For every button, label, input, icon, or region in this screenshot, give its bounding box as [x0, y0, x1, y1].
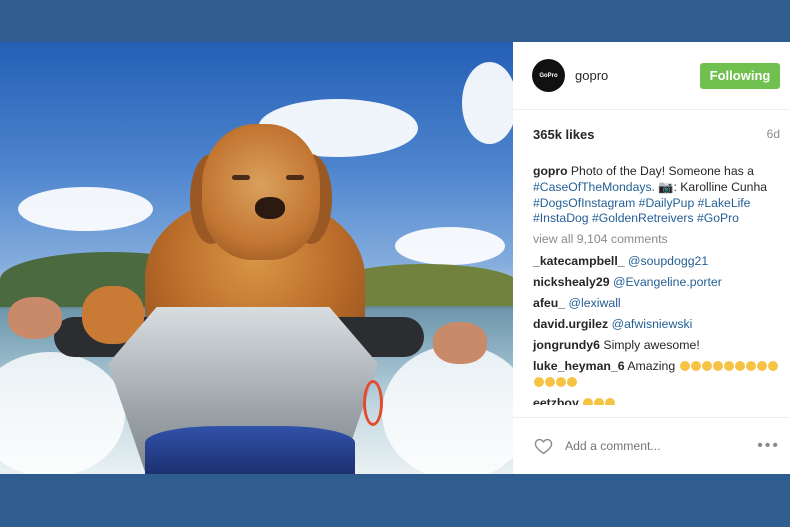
emoji-icon	[767, 361, 778, 372]
add-comment-input[interactable]	[563, 438, 758, 454]
emoji-icon	[723, 361, 734, 372]
comment-username[interactable]: david.urgilez	[533, 317, 608, 331]
avatar-label: GoPro	[539, 72, 558, 79]
add-comment-bar: •••	[513, 417, 790, 474]
more-icon[interactable]: •••	[757, 437, 780, 455]
red-safety-strap	[363, 380, 383, 426]
comment-text[interactable]: @afwisniewski	[612, 317, 693, 331]
emoji-icon	[690, 361, 701, 372]
emoji-icon	[734, 361, 745, 372]
water-spray	[0, 352, 125, 474]
jet-ski-base	[145, 426, 355, 474]
emoji-icon	[556, 377, 566, 388]
emoji-icon	[605, 398, 616, 405]
emoji-icon	[712, 361, 723, 372]
post-photo[interactable]	[0, 42, 513, 474]
water-spray	[382, 345, 513, 474]
emoji-icon	[745, 361, 756, 372]
instagram-post: GoPro gopro Following 365k likes 6d gopr…	[0, 42, 790, 474]
top-background-band	[0, 0, 790, 42]
post-header: GoPro gopro Following	[513, 42, 790, 110]
emoji-icon	[545, 377, 555, 388]
caption-credit: : Karolline Cunha	[673, 179, 768, 194]
comment: eetzboy	[533, 395, 780, 405]
camera-icon: 📷	[658, 179, 674, 194]
emoji-icon	[756, 361, 767, 372]
comment: jongrundy6 Simply awesome!	[533, 337, 780, 353]
likes-count[interactable]: 365k likes	[533, 127, 594, 142]
post-age[interactable]: 6d	[767, 127, 780, 141]
cloud-shape	[18, 187, 153, 231]
caption-text: Photo of the Day! Someone has a	[570, 164, 754, 178]
dog-eye	[286, 175, 304, 180]
dog-nose	[255, 197, 285, 219]
username[interactable]: gopro	[575, 68, 700, 83]
view-all-comments-link[interactable]: view all 9,104 comments	[533, 231, 780, 248]
comment: _katecampbell_ @soupdogg21	[533, 253, 780, 269]
dog-eye	[232, 175, 250, 180]
post-caption: gopro Photo of the Day! Someone has a #C…	[533, 164, 780, 227]
comment-text: Amazing	[627, 359, 676, 374]
comment-username[interactable]: luke_heyman_6	[533, 359, 625, 373]
comment-text: Simply awesome!	[603, 338, 700, 353]
comment-text[interactable]: @lexiwall	[569, 296, 621, 310]
comment-username[interactable]: afeu_	[533, 296, 565, 310]
following-button[interactable]: Following	[700, 62, 780, 89]
emoji-icon	[567, 377, 577, 388]
comment-username[interactable]: nickshealy29	[533, 275, 610, 289]
right-hand	[433, 322, 487, 364]
cloud-shape	[395, 227, 505, 265]
left-hand	[8, 297, 62, 339]
bottom-background-band	[0, 474, 790, 527]
comment-text[interactable]: @soupdogg21	[628, 254, 708, 268]
emoji-icon	[701, 361, 712, 372]
post-sidebar: GoPro gopro Following 365k likes 6d gopr…	[513, 42, 790, 474]
emoji-icon	[534, 377, 544, 388]
caption-hashtag[interactable]: #CaseOfTheMondays.	[533, 180, 655, 194]
emoji-icon	[583, 398, 594, 405]
caption-hashtags-line-2[interactable]: #InstaDog #GoldenRetreivers #GoPro	[533, 211, 739, 225]
comment-username[interactable]: _katecampbell_	[533, 254, 625, 268]
cloud-shape	[462, 62, 513, 144]
avatar[interactable]: GoPro	[532, 59, 565, 92]
post-meta: 365k likes 6d	[513, 110, 790, 158]
comment: luke_heyman_6 Amazing	[533, 358, 780, 390]
comment-username[interactable]: eetzboy	[533, 396, 579, 405]
emoji-icon	[679, 361, 690, 372]
comment: david.urgilez @afwisniewski	[533, 316, 780, 332]
caption-hashtags-line-1[interactable]: #DogsOfInstagram #DailyPup #LakeLife	[533, 196, 750, 210]
comment: afeu_ @lexiwall	[533, 295, 780, 311]
emoji-icon	[594, 398, 605, 405]
heart-icon[interactable]	[533, 436, 553, 456]
caption-username[interactable]: gopro	[533, 164, 568, 178]
comments-list: gopro Photo of the Day! Someone has a #C…	[513, 158, 790, 405]
comment-username[interactable]: jongrundy6	[533, 338, 600, 352]
comment-text[interactable]: @Evangeline.porter	[613, 275, 722, 289]
dog-head	[202, 124, 320, 260]
comment: nickshealy29 @Evangeline.porter	[533, 274, 780, 290]
